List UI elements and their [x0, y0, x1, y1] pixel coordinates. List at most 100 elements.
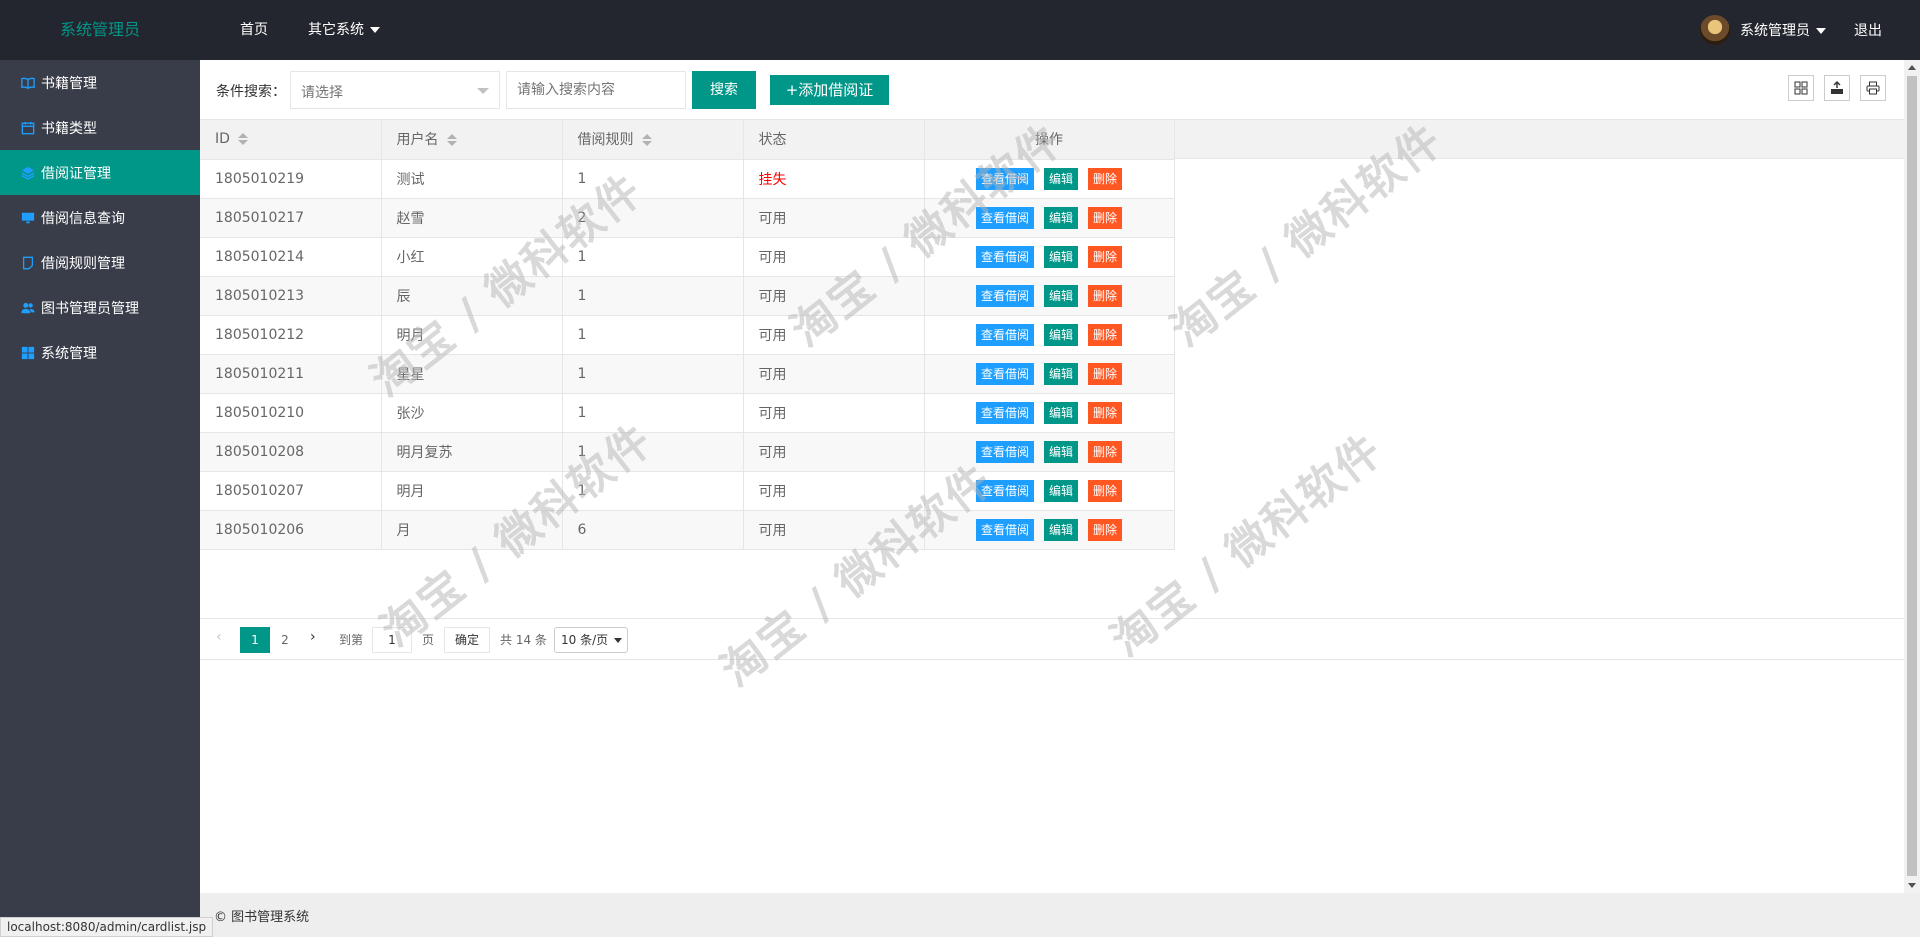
view-borrow-button[interactable]: 查看借阅	[975, 518, 1034, 541]
scroll-down-icon[interactable]	[1908, 883, 1916, 888]
book-open-icon	[20, 75, 36, 91]
delete-button[interactable]: 删除	[1088, 245, 1123, 268]
columns-icon[interactable]	[1788, 75, 1814, 101]
goto-label: 到第	[339, 633, 364, 647]
page-1[interactable]: 1	[240, 627, 270, 653]
user-area: 系统管理员 退出	[1700, 0, 1920, 60]
logout-link[interactable]: 退出	[1854, 20, 1882, 40]
view-borrow-button[interactable]: 查看借阅	[975, 440, 1034, 463]
sidebar-item-borrow-rules[interactable]: 借阅规则管理	[0, 240, 200, 285]
condition-select[interactable]: 请选择	[290, 71, 500, 109]
scroll-up-icon[interactable]	[1908, 65, 1916, 70]
edit-button[interactable]: 编辑	[1043, 323, 1078, 346]
cell-id: 1805010219	[200, 159, 382, 199]
sidebar-item-librarian-management[interactable]: 图书管理员管理	[0, 285, 200, 330]
view-borrow-button[interactable]: 查看借阅	[975, 167, 1034, 190]
cell-actions: 查看借阅 编辑 删除	[924, 471, 1175, 511]
search-label: 条件搜索：	[216, 84, 286, 100]
vertical-scrollbar[interactable]	[1904, 60, 1920, 893]
chevron-right-icon[interactable]: ›	[310, 629, 316, 645]
sidebar-item-label: 图书管理员管理	[41, 300, 139, 317]
cell-rule: 1	[562, 471, 744, 511]
edit-button[interactable]: 编辑	[1043, 362, 1078, 385]
sidebar-item-label: 系统管理	[41, 345, 97, 362]
cell-status: 挂失	[743, 159, 925, 199]
user-menu[interactable]: 系统管理员	[1740, 20, 1826, 40]
search-button[interactable]: 搜索	[692, 71, 756, 109]
avatar[interactable]	[1700, 15, 1730, 45]
edit-button[interactable]: 编辑	[1043, 479, 1078, 502]
cell-actions: 查看借阅 编辑 删除	[924, 354, 1175, 394]
view-borrow-button[interactable]: 查看借阅	[975, 401, 1034, 424]
add-card-button[interactable]: +添加借阅证	[770, 75, 889, 105]
cell-rule: 2	[562, 198, 744, 238]
view-borrow-button[interactable]: 查看借阅	[975, 284, 1034, 307]
footer-copyright: © 图书管理系统	[214, 910, 310, 925]
footer: © 图书管理系统	[200, 893, 1920, 937]
cell-actions: 查看借阅 编辑 删除	[924, 510, 1175, 550]
view-borrow-button[interactable]: 查看借阅	[975, 245, 1034, 268]
delete-button[interactable]: 删除	[1088, 362, 1123, 385]
view-borrow-button[interactable]: 查看借阅	[975, 323, 1034, 346]
view-borrow-button[interactable]: 查看借阅	[975, 206, 1034, 229]
goto-confirm-button[interactable]: 确定	[444, 627, 490, 653]
page-2[interactable]: 2	[274, 627, 296, 653]
delete-button[interactable]: 删除	[1088, 206, 1123, 229]
edit-button[interactable]: 编辑	[1043, 206, 1078, 229]
total-count: 共 14 条	[500, 633, 547, 647]
table-row: 1805010213 辰 1 可用 查看借阅 编辑 删除	[200, 276, 1175, 316]
export-icon[interactable]	[1824, 75, 1850, 101]
sidebar-item-book-types[interactable]: 书籍类型	[0, 105, 200, 150]
chevron-left-icon[interactable]: ‹	[216, 629, 222, 645]
sort-icon[interactable]	[641, 134, 652, 147]
delete-button[interactable]: 删除	[1088, 323, 1123, 346]
sort-icon[interactable]	[446, 134, 457, 147]
view-borrow-button[interactable]: 查看借阅	[975, 479, 1034, 502]
sidebar-item-borrow-query[interactable]: 借阅信息查询	[0, 195, 200, 240]
edit-button[interactable]: 编辑	[1043, 440, 1078, 463]
cell-username: 小红	[381, 237, 563, 277]
nav-home[interactable]: 首页	[220, 0, 288, 60]
edit-button[interactable]: 编辑	[1043, 245, 1078, 268]
cell-actions: 查看借阅 编辑 删除	[924, 432, 1175, 472]
delete-button[interactable]: 删除	[1088, 440, 1123, 463]
column-header-username[interactable]: 用户名	[381, 120, 563, 160]
table-tools	[1788, 75, 1886, 101]
column-header-rule[interactable]: 借阅规则	[562, 120, 744, 160]
table-row: 1805010211 星星 1 可用 查看借阅 编辑 删除	[200, 354, 1175, 394]
sidebar-item-card-management[interactable]: 借阅证管理	[0, 150, 200, 195]
delete-button[interactable]: 删除	[1088, 518, 1123, 541]
scroll-thumb[interactable]	[1907, 76, 1917, 876]
pagination: ‹ 1 2 › 到第 1 页 确定 共 14 条 10 条/页	[200, 618, 1904, 660]
cell-id: 1805010214	[200, 237, 382, 277]
goto-page-input[interactable]: 1	[372, 627, 412, 653]
search-input[interactable]	[506, 71, 686, 109]
cell-id: 1805010210	[200, 393, 382, 433]
data-table: ID 用户名 借阅规则 状态 操作 1805010219 测试 1 挂失 查看借阅 编辑删…	[200, 119, 1904, 677]
table-row: 1805010212 明月 1 可用 查看借阅 编辑 删除	[200, 315, 1175, 355]
sidebar-item-system-management[interactable]: 系统管理	[0, 330, 200, 375]
edit-button[interactable]: 编辑	[1043, 284, 1078, 307]
edit-button[interactable]: 编辑	[1043, 401, 1078, 424]
cell-actions: 查看借阅 编辑 删除	[924, 237, 1175, 277]
cell-username: 赵雪	[381, 198, 563, 238]
nav-other-systems[interactable]: 其它系统	[288, 0, 400, 60]
sidebar-item-book-management[interactable]: 书籍管理	[0, 60, 200, 105]
print-icon[interactable]	[1860, 75, 1886, 101]
table-row: 1805010210 张沙 1 可用 查看借阅 编辑 删除	[200, 393, 1175, 433]
sort-icon[interactable]	[237, 133, 248, 146]
delete-button[interactable]: 删除	[1088, 167, 1123, 190]
page-size-select[interactable]: 10 条/页	[554, 627, 628, 653]
column-header-id[interactable]: ID	[200, 120, 382, 160]
layers-icon	[20, 165, 36, 181]
view-borrow-button[interactable]: 查看借阅	[975, 362, 1034, 385]
edit-button[interactable]: 编辑	[1043, 518, 1078, 541]
table-header-row: ID 用户名 借阅规则 状态 操作	[200, 120, 1175, 160]
delete-button[interactable]: 删除	[1088, 401, 1123, 424]
cell-id: 1805010207	[200, 471, 382, 511]
delete-button[interactable]: 删除	[1088, 284, 1123, 307]
delete-button[interactable]: 删除	[1088, 479, 1123, 502]
edit-button[interactable]: 编辑	[1043, 167, 1078, 190]
column-header-actions: 操作	[924, 120, 1175, 160]
cell-id: 1805010213	[200, 276, 382, 316]
